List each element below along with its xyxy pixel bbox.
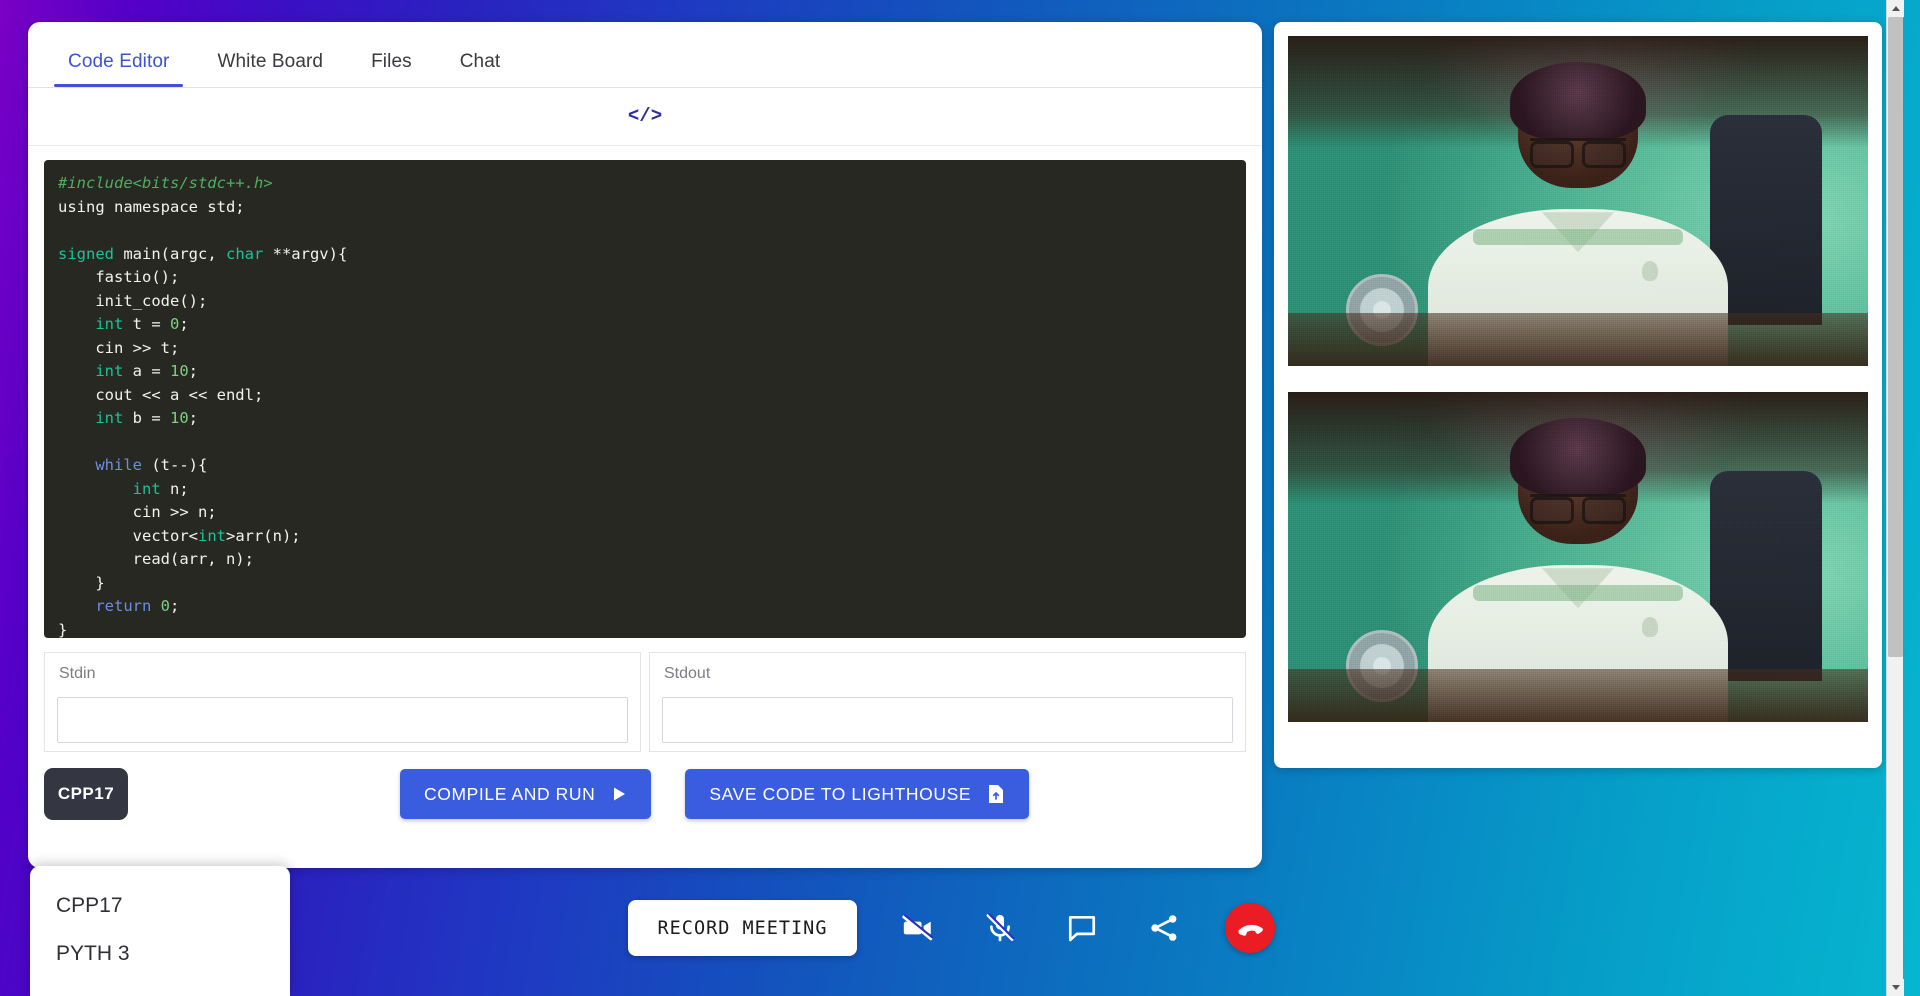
editor-tabs: Code Editor White Board Files Chat — [28, 22, 1262, 88]
code-editor-toolbar: </> — [28, 88, 1262, 146]
code-area-wrapper: #include<bits/stdc++.h> using namespace … — [28, 146, 1262, 644]
stdout-label: Stdout — [664, 665, 711, 682]
language-selector-button[interactable]: CPP17 — [44, 768, 128, 820]
tab-code-editor[interactable]: Code Editor — [46, 51, 191, 87]
tab-white-board[interactable]: White Board — [195, 51, 345, 87]
play-icon — [611, 786, 627, 802]
stdin-input[interactable] — [57, 697, 628, 743]
file-upload-icon — [987, 784, 1005, 804]
code-editor-card: Code Editor White Board Files Chat </> #… — [28, 22, 1262, 868]
code-brackets-icon[interactable]: </> — [628, 107, 662, 126]
stdin-label: Stdin — [59, 665, 96, 682]
video-panel — [1274, 22, 1882, 768]
save-code-to-lighthouse-button[interactable]: SAVE CODE TO LIGHTHOUSE — [685, 769, 1030, 819]
tab-chat[interactable]: Chat — [438, 51, 523, 87]
share-icon[interactable] — [1143, 907, 1185, 949]
save-code-label: SAVE CODE TO LIGHTHOUSE — [709, 783, 972, 804]
code-editor-surface[interactable]: #include<bits/stdc++.h> using namespace … — [44, 160, 1246, 638]
end-call-icon[interactable] — [1225, 903, 1276, 953]
stdin-panel: Stdin — [44, 652, 641, 752]
editor-action-row: CPP17 COMPILE AND RUN SAVE CODE TO LIGHT… — [28, 752, 1262, 820]
record-meeting-button[interactable]: RECORD MEETING — [627, 900, 858, 956]
browser-scrollbar[interactable] — [1886, 0, 1904, 996]
stdout-panel: Stdout — [649, 652, 1246, 752]
page-stage: Code Editor White Board Files Chat </> #… — [0, 0, 1904, 996]
video-noise-overlay — [1288, 36, 1868, 366]
tab-files[interactable]: Files — [349, 51, 434, 87]
scrollbar-thumb[interactable] — [1888, 17, 1903, 657]
scrollbar-up-arrow[interactable] — [1887, 0, 1904, 17]
scrollbar-down-arrow[interactable] — [1887, 979, 1904, 996]
language-dropdown-menu[interactable]: CPP17 PYTH 3 — [30, 866, 290, 996]
participant-video-2[interactable] — [1288, 392, 1868, 722]
participant-video-1[interactable] — [1288, 36, 1868, 366]
source-code[interactable]: #include<bits/stdc++.h> using namespace … — [58, 172, 1232, 638]
language-option-cpp17[interactable]: CPP17 — [30, 882, 290, 930]
video-noise-overlay — [1288, 392, 1868, 722]
compile-and-run-button[interactable]: COMPILE AND RUN — [400, 769, 652, 819]
io-panels: Stdin Stdout — [44, 652, 1246, 752]
language-option-pyth3[interactable]: PYTH 3 — [30, 930, 290, 978]
stdout-output[interactable] — [662, 697, 1233, 743]
camera-off-icon[interactable] — [897, 907, 939, 949]
microphone-off-icon[interactable] — [979, 907, 1021, 949]
compile-and-run-label: COMPILE AND RUN — [424, 783, 596, 804]
chat-icon[interactable] — [1061, 907, 1103, 949]
